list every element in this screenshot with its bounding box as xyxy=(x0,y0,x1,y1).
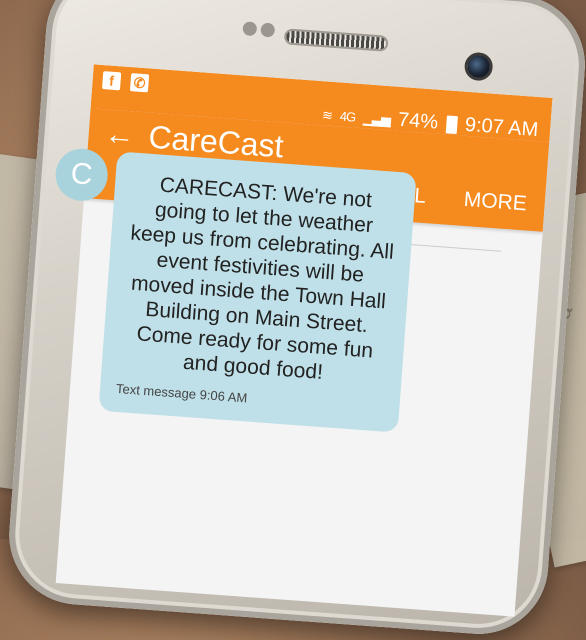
facebook-icon: f xyxy=(101,71,122,91)
front-camera xyxy=(463,51,494,82)
back-arrow-icon[interactable]: ← xyxy=(103,117,136,153)
network-type: 4G xyxy=(339,108,356,125)
message-bubble[interactable]: CARECAST: We're not going to let the wea… xyxy=(98,151,417,433)
more-button[interactable]: MORE xyxy=(463,188,528,217)
phone: f ✆ ≋ 4G ▁▃▅ 74% 9:07 AM ← CareCast CALL… xyxy=(0,0,586,639)
notification-icons: f ✆ xyxy=(101,71,150,93)
earpiece-speaker xyxy=(283,28,389,52)
battery-icon xyxy=(445,114,458,134)
message-text: CARECAST: We're not going to let the wea… xyxy=(129,173,395,384)
proximity-sensor xyxy=(242,21,258,37)
wifi-icon: ≋ xyxy=(321,106,333,123)
message-timestamp: Text message 9:06 AM xyxy=(115,380,248,406)
phone-body: f ✆ ≋ 4G ▁▃▅ 74% 9:07 AM ← CareCast CALL… xyxy=(4,0,586,639)
missed-call-icon: ✆ xyxy=(129,73,150,93)
signal-icon: ▁▃▅ xyxy=(362,109,391,127)
light-sensor xyxy=(260,22,276,38)
